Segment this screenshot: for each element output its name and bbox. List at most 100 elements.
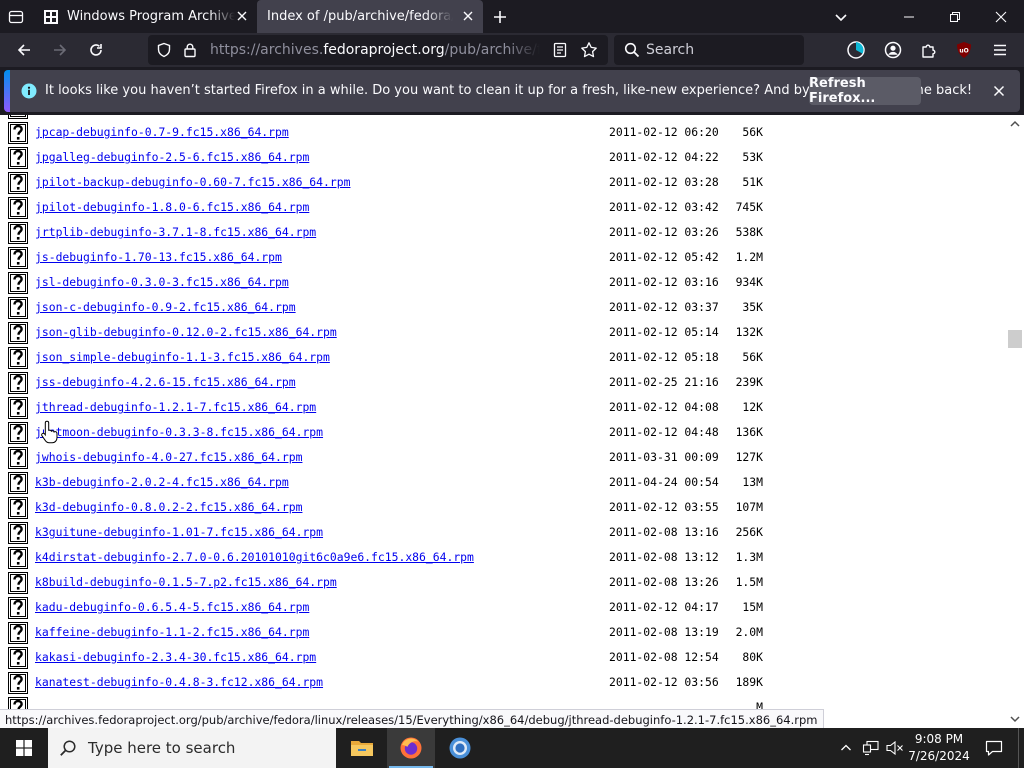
unknown-file-icon[interactable] [8,247,28,269]
tab-windows-program-archive[interactable]: Windows Program Archive : Nic [33,0,257,33]
url-bar[interactable]: https://archives.fedoraproject.org/pub/a… [148,35,608,65]
dismiss-notification-icon[interactable] [990,82,1008,100]
firefox-view-pie-icon[interactable] [845,39,867,61]
close-window-button[interactable] [978,0,1024,33]
unknown-file-icon[interactable] [8,372,28,394]
tab-fedora-index[interactable]: Index of /pub/archive/fedora/linux/ [257,0,483,33]
scrollbar-thumb[interactable] [1008,330,1022,348]
restore-button[interactable] [932,0,978,33]
file-size: 127K [735,450,763,464]
file-link[interactable]: js-debuginfo-1.70-13.fc15.x86_64.rpm [35,250,282,264]
show-desktop-button[interactable] [1018,728,1024,768]
vertical-scrollbar[interactable] [1006,115,1024,728]
account-icon[interactable] [882,39,904,61]
file-link[interactable]: jss-debuginfo-4.2.6-15.fc15.x86_64.rpm [35,375,296,389]
file-link[interactable]: jpilot-debuginfo-1.8.0-6.fc15.x86_64.rpm [35,200,309,214]
unknown-file-icon[interactable] [8,422,28,444]
unknown-file-icon[interactable] [8,447,28,469]
file-link[interactable]: k4dirstat-debuginfo-2.7.0-0.6.20101010gi… [35,550,474,564]
chevron-down-icon [835,14,847,22]
file-link[interactable]: kanatest-debuginfo-0.4.8-3.fc12.x86_64.r… [35,675,323,689]
file-link[interactable]: jrtplib-debuginfo-3.7.1-8.fc15.x86_64.rp… [35,225,316,239]
file-link[interactable]: k8build-debuginfo-0.1.5-7.p2.fc15.x86_64… [35,575,337,589]
new-tab-button[interactable] [487,4,513,30]
listing-row: kakasi-debuginfo-2.3.4-30.fc15.x86_64.rp… [0,646,1006,671]
network-icon[interactable] [861,738,881,758]
tracking-protection-shield-icon[interactable] [156,42,172,58]
file-link[interactable]: jpilot-backup-debuginfo-0.60-7.fc15.x86_… [35,175,350,189]
listing-row: jss-debuginfo-4.2.6-15.fc15.x86_64.rpm 20… [0,371,1006,396]
search-bar[interactable]: Search [614,35,804,65]
list-all-tabs-button[interactable] [828,4,854,30]
file-link[interactable]: justmoon-debuginfo-0.3.3-8.fc15.x86_64.r… [35,425,323,439]
close-tab-icon[interactable] [235,9,249,23]
file-link[interactable]: json-glib-debuginfo-0.12.0-2.fc15.x86_64… [35,325,337,339]
firefox-view-button[interactable] [0,0,32,33]
forward-arrow-icon [54,44,67,56]
ublock-origin-icon[interactable]: uO [953,39,975,61]
unknown-file-icon[interactable] [8,397,28,419]
file-link[interactable]: k3d-debuginfo-0.8.0.2-2.fc15.x86_64.rpm [35,500,302,514]
close-tab-icon[interactable] [461,9,475,23]
file-link[interactable]: k3b-debuginfo-2.0.2-4.fc15.x86_64.rpm [35,475,289,489]
start-button[interactable] [0,728,48,768]
unknown-file-icon[interactable] [8,647,28,669]
unknown-file-icon[interactable] [8,222,28,244]
unknown-file-icon[interactable] [8,147,28,169]
taskbar-firefox[interactable] [387,728,435,768]
file-link[interactable]: json-c-debuginfo-0.9-2.fc15.x86_64.rpm [35,300,296,314]
file-link[interactable]: jsl-debuginfo-0.3.0-3.fc15.x86_64.rpm [35,275,289,289]
unknown-file-icon[interactable] [8,347,28,369]
reload-button[interactable] [82,36,110,64]
url-text[interactable]: https://archives.fedoraproject.org/pub/a… [210,42,540,58]
file-link[interactable]: k3guitune-debuginfo-1.01-7.fc15.x86_64.r… [35,525,323,539]
file-link[interactable]: kakasi-debuginfo-2.3.4-30.fc15.x86_64.rp… [35,650,316,664]
url-path: /pub/archive/fedora/l [444,42,540,58]
back-button[interactable] [10,36,38,64]
unknown-file-icon[interactable] [8,522,28,544]
reader-view-icon[interactable] [552,42,568,58]
file-size: 53K [742,150,763,164]
file-size: 934K [735,275,763,289]
taskbar-clock[interactable]: 9:08 PM 7/26/2024 [906,731,972,765]
unknown-file-icon[interactable] [8,197,28,219]
extensions-puzzle-icon[interactable] [918,39,940,61]
scroll-up-arrow-icon[interactable] [1010,119,1020,129]
hamburger-menu-icon[interactable] [989,39,1011,61]
unknown-file-icon[interactable] [8,597,28,619]
unknown-file-icon[interactable] [8,115,28,119]
file-link[interactable]: jpgalleg-debuginfo-2.5-6.fc15.x86_64.rpm [35,150,309,164]
lock-icon[interactable] [182,42,198,58]
taskbar-chrome[interactable] [436,728,484,768]
unknown-file-icon[interactable] [8,297,28,319]
unknown-file-icon[interactable] [8,497,28,519]
bookmark-star-icon[interactable] [580,41,598,59]
unknown-file-icon[interactable] [8,172,28,194]
unknown-file-icon[interactable] [8,472,28,494]
file-link[interactable]: jthread-debuginfo-1.2.1-7.fc15.x86_64.rp… [35,400,316,414]
file-link[interactable]: json_simple-debuginfo-1.1-3.fc15.x86_64.… [35,350,330,364]
file-size: 80K [742,650,763,664]
file-link[interactable]: kadu-debuginfo-0.6.5.4-5.fc15.x86_64.rpm [35,600,309,614]
unknown-file-icon[interactable] [8,122,28,144]
show-hidden-icons-chevron-up-icon[interactable] [836,738,856,758]
forward-button[interactable] [46,36,74,64]
file-link[interactable]: kaffeine-debuginfo-1.1-2.fc15.x86_64.rpm [35,625,309,639]
unknown-file-icon[interactable] [8,622,28,644]
unknown-file-icon[interactable] [8,322,28,344]
action-center-button[interactable] [978,728,1010,768]
file-size: 136K [735,425,763,439]
minimize-button[interactable] [886,0,932,33]
unknown-file-icon[interactable] [8,572,28,594]
file-link[interactable]: jwhois-debuginfo-4.0-27.fc15.x86_64.rpm [35,450,302,464]
unknown-file-icon[interactable] [8,547,28,569]
volume-muted-icon[interactable] [885,738,905,758]
listing-row: jpgalleg-debuginfo-2.5-6.fc15.x86_64.rpm… [0,146,1006,171]
unknown-file-icon[interactable] [8,672,28,694]
unknown-file-icon[interactable] [8,272,28,294]
taskbar-file-explorer[interactable] [338,728,386,768]
scroll-down-arrow-icon[interactable] [1010,714,1020,724]
taskbar-search-box[interactable]: Type here to search [48,728,336,768]
refresh-firefox-button[interactable]: Refresh Firefox... [809,76,921,106]
file-link[interactable]: jpcap-debuginfo-0.7-9.fc15.x86_64.rpm [35,125,289,139]
